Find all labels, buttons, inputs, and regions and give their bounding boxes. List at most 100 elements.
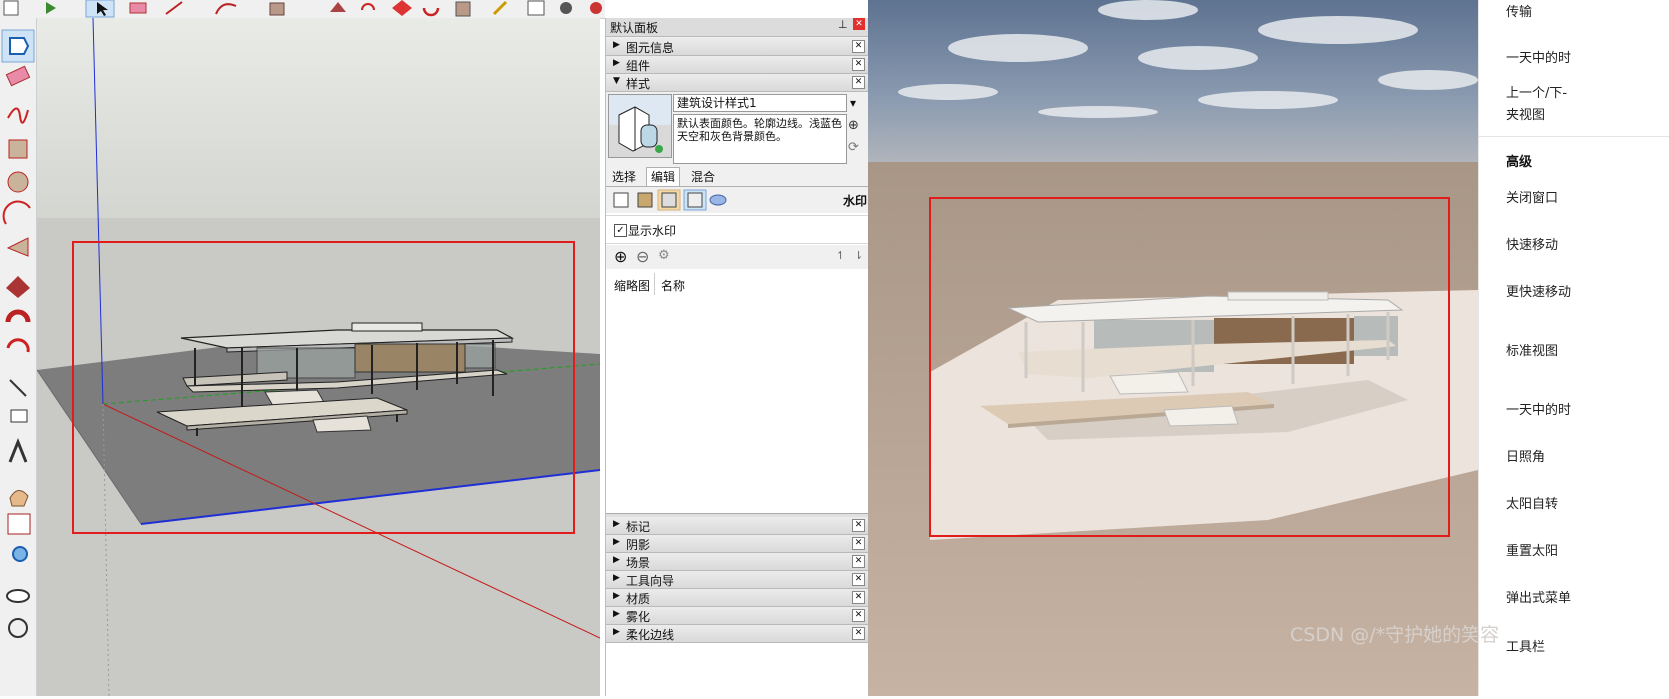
rectangle-icon[interactable] bbox=[269, 2, 285, 16]
close-tray-icon[interactable]: ✕ bbox=[853, 18, 865, 30]
circle-icon[interactable] bbox=[7, 171, 29, 193]
close-icon[interactable]: ✕ bbox=[852, 555, 865, 568]
pie-icon[interactable] bbox=[6, 237, 29, 257]
setting-time-of-day-2[interactable]: 一天中的时 bbox=[1506, 399, 1571, 418]
close-icon[interactable]: ✕ bbox=[852, 609, 865, 622]
paint-icon[interactable] bbox=[560, 2, 572, 14]
background-settings-icon[interactable] bbox=[661, 192, 677, 208]
add-style-icon[interactable]: ⊕ bbox=[848, 118, 864, 134]
add-watermark-icon[interactable]: ⊕ bbox=[614, 247, 627, 266]
modeling-settings-icon[interactable] bbox=[709, 194, 727, 206]
render-view[interactable] bbox=[868, 0, 1478, 696]
setting-transfer[interactable]: 传输 bbox=[1506, 1, 1532, 20]
arc-icon[interactable] bbox=[2, 200, 31, 225]
move-up-icon[interactable]: ↿ bbox=[836, 249, 845, 262]
3d-text-icon[interactable] bbox=[8, 437, 28, 463]
text-icon[interactable] bbox=[10, 409, 28, 423]
tab-mix[interactable]: 混合 bbox=[687, 168, 719, 186]
show-watermark-checkbox[interactable]: ✓ bbox=[614, 224, 627, 237]
panel-scenes[interactable]: ▶ 场景 ✕ bbox=[606, 553, 869, 571]
pushpull-icon[interactable] bbox=[330, 2, 346, 12]
setting-time-of-day[interactable]: 一天中的时 bbox=[1506, 47, 1571, 66]
panel-fog[interactable]: ▶ 雾化 ✕ bbox=[606, 607, 869, 625]
eraser-icon[interactable] bbox=[129, 2, 147, 14]
setting-sun-rotation[interactable]: 太阳自转 bbox=[1506, 493, 1558, 512]
tray-title: 默认面板 bbox=[610, 21, 659, 35]
followme-icon[interactable] bbox=[361, 3, 375, 11]
column-thumbnail: 缩略图 bbox=[614, 279, 651, 293]
play-icon[interactable] bbox=[46, 2, 56, 14]
face-settings-icon[interactable] bbox=[637, 192, 653, 208]
watermark-actions-row: ⊕ ⊖ ⚙ ↿ ⇂ bbox=[606, 245, 869, 269]
zoom-extents-icon[interactable] bbox=[12, 546, 28, 562]
pushpull-icon[interactable] bbox=[6, 276, 30, 298]
followme-icon[interactable] bbox=[5, 309, 31, 323]
watermark-settings-icon[interactable] bbox=[687, 192, 703, 208]
tape-measure-icon[interactable] bbox=[9, 379, 27, 397]
style-name-field[interactable]: 建筑设计样式1 bbox=[673, 94, 847, 112]
arc-icon[interactable] bbox=[215, 3, 237, 15]
close-icon[interactable]: ✕ bbox=[852, 76, 865, 89]
close-icon[interactable]: ✕ bbox=[852, 519, 865, 532]
setting-faster-move[interactable]: 更快速移动 bbox=[1506, 281, 1571, 300]
sky bbox=[37, 18, 600, 218]
tape-icon[interactable] bbox=[492, 0, 508, 16]
panel-materials[interactable]: ▶ 材质 ✕ bbox=[606, 589, 869, 607]
setting-clip-view[interactable]: 夹视图 bbox=[1506, 104, 1545, 123]
update-style-icon[interactable]: ⟳ bbox=[848, 140, 864, 156]
default-tray: 默认面板 ⊥ ✕ ▶ 图元信息 ✕ ▶ 组件 ✕ ▼ 样式 ✕ 建筑设计样式1 … bbox=[605, 18, 869, 696]
pin-icon[interactable]: ⊥ bbox=[838, 18, 848, 31]
setting-standard-view[interactable]: 标准视图 bbox=[1506, 340, 1558, 359]
close-icon[interactable]: ✕ bbox=[852, 40, 865, 53]
style-description-field[interactable]: 默认表面颜色。轮廓边线。浅蓝色天空和灰色背景颜色。 bbox=[673, 114, 847, 164]
rotate-icon[interactable] bbox=[422, 7, 440, 17]
dimension-icon[interactable] bbox=[527, 0, 545, 16]
pan-icon[interactable] bbox=[9, 490, 29, 507]
settings-column: 传输 一天中的时 上一个/下- 夹视图 高级 关闭窗口 快速移动 更快速移动 标… bbox=[1478, 0, 1669, 696]
setting-reset-sun[interactable]: 重置太阳 bbox=[1506, 540, 1558, 559]
setting-close-window[interactable]: 关闭窗口 bbox=[1506, 187, 1558, 206]
create-style-icon[interactable]: ▾ bbox=[850, 96, 864, 112]
close-icon[interactable]: ✕ bbox=[852, 591, 865, 604]
tab-edit[interactable]: 编辑 bbox=[646, 167, 681, 186]
panel-shadows[interactable]: ▶ 阴影 ✕ bbox=[606, 535, 869, 553]
rectangle-icon[interactable] bbox=[8, 139, 28, 159]
position-camera-icon[interactable] bbox=[8, 618, 28, 638]
setting-toolbar[interactable]: 工具栏 bbox=[1506, 636, 1545, 655]
setting-popup-menu[interactable]: 弹出式菜单 bbox=[1506, 587, 1571, 606]
panel-tags[interactable]: ▶ 标记 ✕ bbox=[606, 517, 869, 535]
style-thumbnail bbox=[608, 94, 672, 158]
tab-select[interactable]: 选择 bbox=[608, 168, 640, 186]
close-icon[interactable]: ✕ bbox=[852, 537, 865, 550]
freehand-icon[interactable] bbox=[7, 107, 29, 124]
move-down-icon[interactable]: ⇂ bbox=[854, 249, 863, 262]
pencil-icon[interactable] bbox=[165, 1, 183, 15]
panel-instructor[interactable]: ▶ 工具向导 ✕ bbox=[606, 571, 869, 589]
edge-settings-icon[interactable] bbox=[613, 192, 629, 208]
file-icon[interactable] bbox=[3, 0, 19, 16]
setting-sun-angle[interactable]: 日照角 bbox=[1506, 446, 1545, 465]
zoom-window-icon[interactable] bbox=[7, 513, 31, 535]
panel-soften-edges[interactable]: ▶ 柔化边线 ✕ bbox=[606, 625, 869, 643]
panel-styles[interactable]: ▼ 样式 ✕ bbox=[606, 74, 869, 92]
left-toolbar bbox=[0, 18, 37, 696]
csdn-watermark: CSDN @/*守护她的笑容 bbox=[1290, 624, 1500, 646]
rotate-icon[interactable] bbox=[6, 338, 30, 353]
eraser-icon[interactable] bbox=[5, 65, 31, 87]
setting-prev-next[interactable]: 上一个/下- bbox=[1506, 82, 1567, 101]
panel-components[interactable]: ▶ 组件 ✕ bbox=[606, 56, 869, 74]
remove-watermark-icon[interactable]: ⊖ bbox=[636, 247, 649, 266]
close-icon[interactable]: ✕ bbox=[852, 627, 865, 640]
setting-fast-move[interactable]: 快速移动 bbox=[1506, 234, 1558, 253]
panel-entity-info[interactable]: ▶ 图元信息 ✕ bbox=[606, 38, 869, 56]
scale-icon[interactable] bbox=[455, 1, 471, 17]
sketchup-viewport[interactable] bbox=[37, 18, 600, 696]
look-around-icon[interactable] bbox=[6, 589, 30, 603]
expand-icon: ▶ bbox=[613, 609, 620, 619]
component-icon[interactable] bbox=[9, 37, 30, 55]
close-icon[interactable]: ✕ bbox=[852, 58, 865, 71]
move-icon[interactable] bbox=[392, 0, 412, 16]
orbit-icon[interactable] bbox=[590, 2, 602, 14]
gear-icon[interactable]: ⚙ bbox=[658, 248, 670, 263]
close-icon[interactable]: ✕ bbox=[852, 573, 865, 586]
